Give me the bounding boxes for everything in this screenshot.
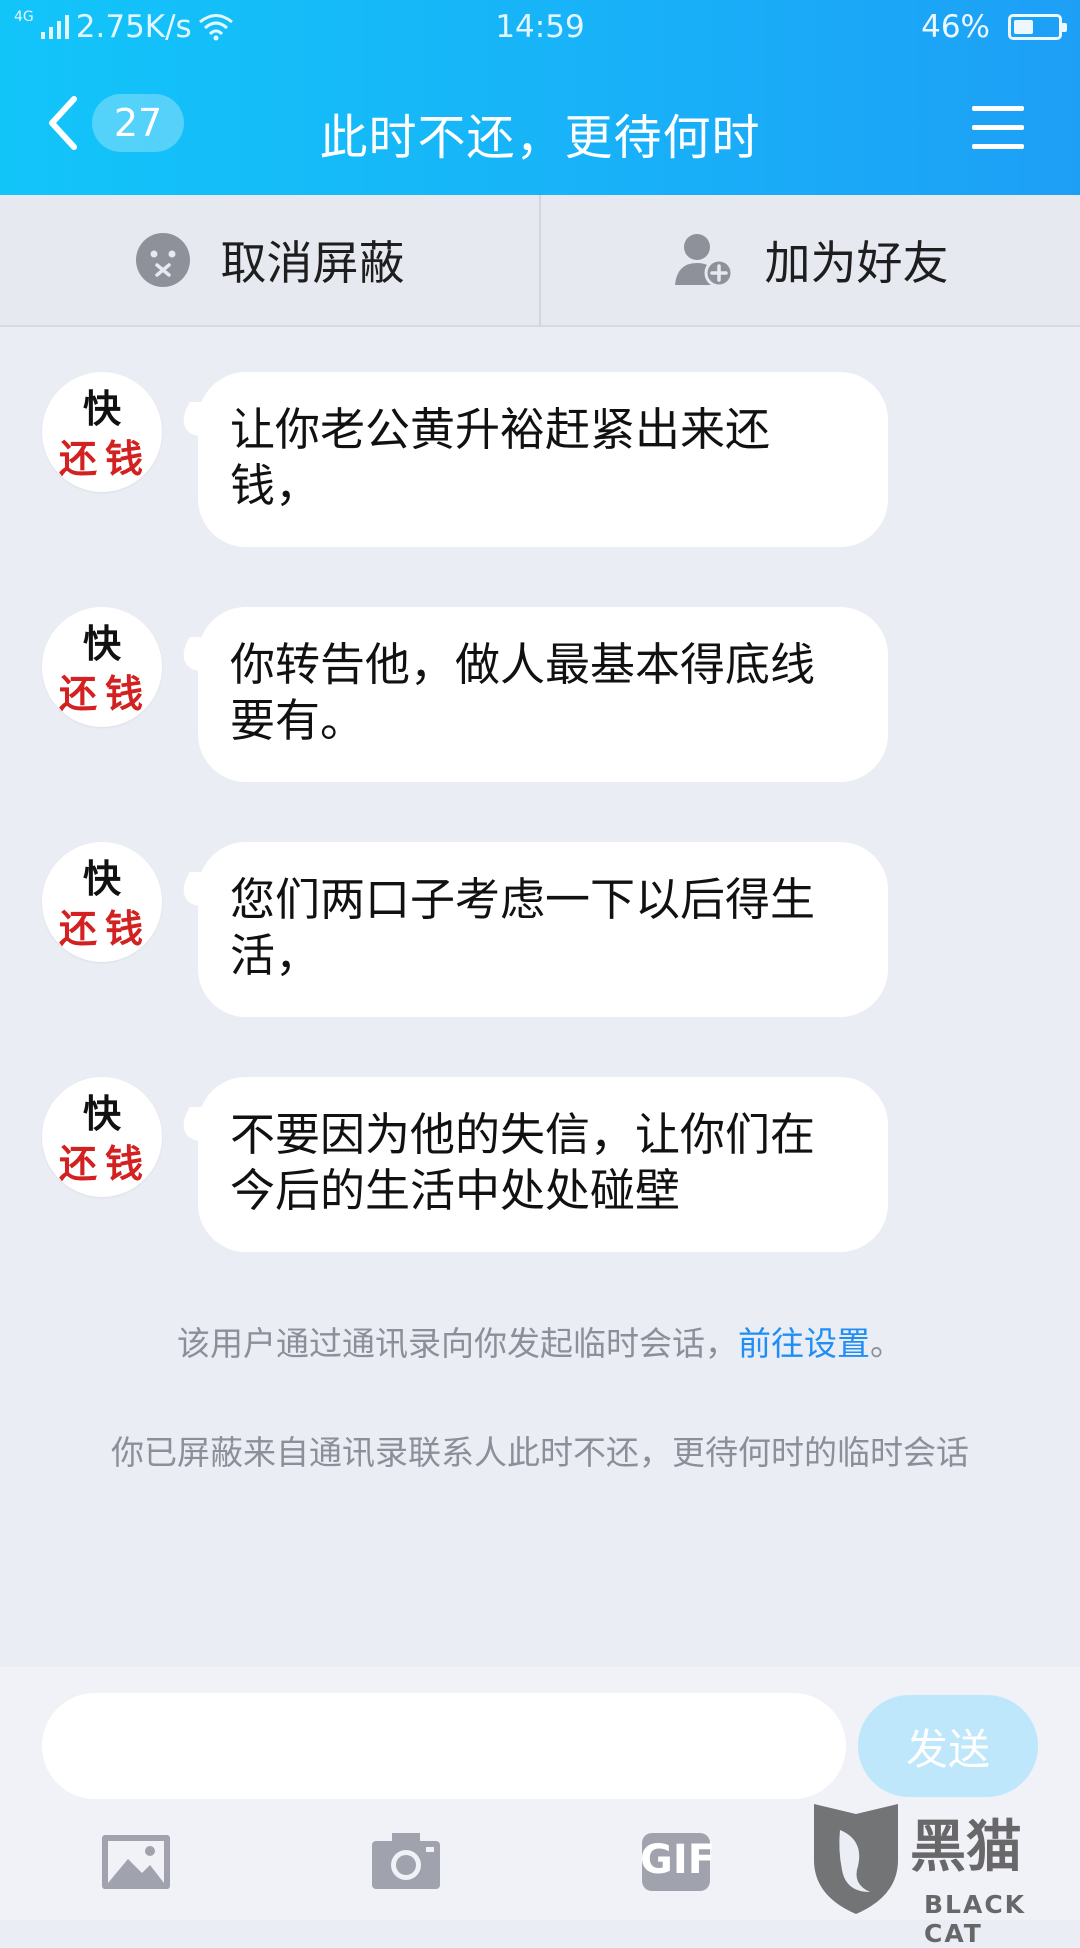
- message-row: 快 还钱 你转告他，做人最基本得底线要有。: [0, 562, 1080, 782]
- message-text: 不要因为他的失信，让你们在今后的生活中处处碰壁: [230, 1108, 816, 1217]
- watermark-cn: 黑猫: [910, 1815, 1022, 1880]
- message-row: 快 还钱 不要因为他的失信，让你们在今后的生活中处处碰壁: [0, 1032, 1080, 1252]
- chat-area[interactable]: 快 还钱 让你老公黄升裕赶紧出来还钱， 快 还钱 你转告他，做人最基本得底线要有…: [0, 327, 1080, 1667]
- add-friend-button[interactable]: 加为好友: [539, 195, 1080, 325]
- blocked-notice: 你已屏蔽来自通讯录联系人此时不还，更待何时的临时会话: [111, 1433, 969, 1472]
- unblock-button[interactable]: 取消屏蔽: [0, 195, 539, 325]
- avatar-text-top: 快: [82, 857, 121, 901]
- unblock-label: 取消屏蔽: [220, 236, 405, 290]
- temp-session-text: 该用户通过通讯录向你发起临时会话，: [177, 1324, 738, 1363]
- message-text: 你转告他，做人最基本得底线要有。: [230, 638, 816, 747]
- avatar-text-top: 快: [82, 387, 121, 431]
- temp-session-notice: 该用户通过通讯录向你发起临时会话，前往设置。: [0, 1317, 1080, 1365]
- battery-percent: 46%: [921, 9, 990, 45]
- action-bar: 取消屏蔽 加为好友: [0, 195, 1080, 327]
- avatar-text-top: 快: [82, 1092, 121, 1136]
- message-bubble[interactable]: 让你老公黄升裕赶紧出来还钱，: [198, 372, 888, 547]
- status-right: 46%: [921, 9, 1067, 45]
- message-bubble[interactable]: 你转告他，做人最基本得底线要有。: [198, 607, 888, 782]
- watermark-en: BLACK CAT: [924, 1890, 1027, 1948]
- message-bubble[interactable]: 不要因为他的失信，让你们在今后的生活中处处碰壁: [198, 1077, 888, 1252]
- message-input[interactable]: [42, 1693, 846, 1799]
- message-bubble[interactable]: 您们两口子考虑一下以后得生活，: [198, 842, 888, 1017]
- go-to-settings-link[interactable]: 前往设置: [738, 1324, 870, 1363]
- black-cat-logo-icon: [814, 1804, 898, 1914]
- battery-icon: [1008, 14, 1067, 40]
- send-button[interactable]: 发送: [858, 1695, 1038, 1797]
- camera-icon: [372, 1833, 440, 1889]
- avatar[interactable]: 快 还钱: [42, 1077, 162, 1197]
- gif-label: GIF: [640, 1837, 716, 1883]
- avatar-text-bottom: 还钱: [58, 437, 151, 481]
- image-icon: [102, 1835, 170, 1889]
- add-friend-icon: [674, 234, 733, 288]
- status-bar: 4G 2.75K/s 14:59 46%: [0, 0, 1080, 58]
- message-row: 快 还钱 让你老公黄升裕赶紧出来还钱，: [0, 327, 1080, 547]
- blocked-face-icon: [135, 233, 190, 287]
- avatar[interactable]: 快 还钱: [42, 842, 162, 962]
- hamburger-menu-icon: [972, 106, 1024, 149]
- gif-button[interactable]: GIF: [640, 1831, 716, 1893]
- avatar-text-bottom: 还钱: [58, 907, 151, 951]
- add-friend-label: 加为好友: [764, 236, 949, 290]
- message-text: 让你老公黄升裕赶紧出来还钱，: [230, 403, 771, 512]
- temp-session-end: 。: [870, 1324, 903, 1363]
- battery-fill: [1014, 20, 1033, 34]
- message-row: 快 还钱 您们两口子考虑一下以后得生活，: [0, 797, 1080, 1017]
- watermark: 黑猫 BLACK CAT: [800, 1800, 1080, 1948]
- avatar-text-top: 快: [82, 622, 121, 666]
- avatar[interactable]: 快 还钱: [42, 607, 162, 727]
- avatar-text-bottom: 还钱: [58, 672, 151, 716]
- title-bar: 27 此时不还，更待何时: [0, 58, 1080, 195]
- camera-button[interactable]: [370, 1831, 442, 1893]
- message-text: 您们两口子考虑一下以后得生活，: [230, 873, 816, 982]
- status-time: 14:59: [495, 9, 585, 45]
- avatar[interactable]: 快 还钱: [42, 372, 162, 492]
- avatar-text-bottom: 还钱: [58, 1142, 151, 1186]
- menu-button[interactable]: [972, 104, 1024, 152]
- image-button[interactable]: [100, 1831, 172, 1893]
- page-title: 此时不还，更待何时: [319, 110, 761, 166]
- header: 4G 2.75K/s 14:59 46% 27 此时不还，更待何时: [0, 0, 1080, 195]
